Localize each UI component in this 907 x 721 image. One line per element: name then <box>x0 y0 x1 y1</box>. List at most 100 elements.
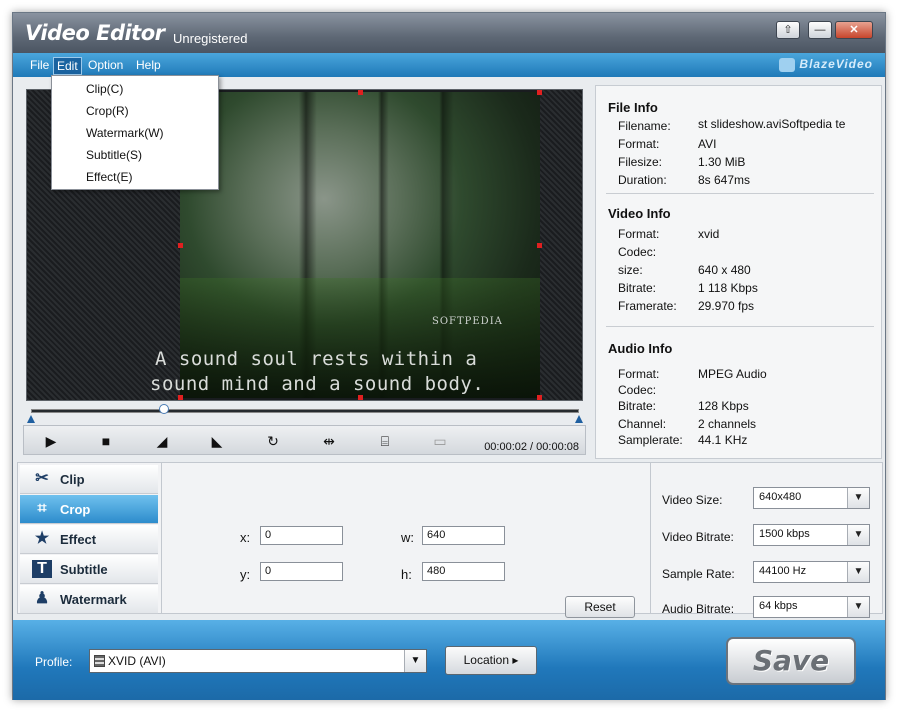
mark-in-button[interactable]: ◢ <box>151 431 173 451</box>
save-button[interactable]: Save <box>726 637 856 685</box>
timeline-thumb[interactable] <box>159 404 169 414</box>
chevron-down-icon: ▼ <box>847 562 869 582</box>
video-bitrate-label: Video Bitrate: <box>662 530 734 544</box>
info-label: Format: <box>618 137 660 151</box>
close-button[interactable]: ✕ <box>835 21 873 39</box>
info-label: Format: <box>618 367 660 381</box>
stop-button[interactable]: ■ <box>95 431 117 451</box>
info-value: 1.30 MiB <box>698 155 746 169</box>
chevron-down-icon: ▼ <box>847 488 869 508</box>
crop-w-label: w: <box>401 530 414 545</box>
edit-menu-subtitle[interactable]: Subtitle(S) <box>86 148 142 162</box>
person-icon: ♟ <box>34 590 50 607</box>
flip-button[interactable]: ⇹ <box>318 431 340 451</box>
sample-rate-select[interactable]: 44100 Hz ▼ <box>753 561 870 583</box>
audio-bitrate-select[interactable]: 64 kbps ▼ <box>753 596 870 618</box>
crop-x-label: x: <box>240 530 251 545</box>
video-size-select[interactable]: 640x480 ▼ <box>753 487 870 509</box>
crop-w-input[interactable]: 640 <box>422 526 505 545</box>
tab-watermark[interactable]: ♟ Watermark <box>20 585 158 614</box>
brand-logo: BlazeVideo <box>779 57 873 72</box>
chevron-down-icon: ▼ <box>404 650 426 672</box>
info-label: size: <box>618 263 643 277</box>
info-label: Bitrate: <box>618 399 657 413</box>
star-icon: ★ <box>34 530 50 547</box>
profile-label: Profile: <box>35 655 73 669</box>
tab-subtitle[interactable]: T Subtitle <box>20 555 158 584</box>
reset-button[interactable]: Reset <box>565 596 635 618</box>
registration-status: Unregistered <box>173 31 248 46</box>
mark-out-button[interactable]: ◣ <box>206 431 228 451</box>
info-label: Samplerate: <box>618 433 683 447</box>
output-bar: Profile: XVID (AVI) ▼ Location ▸ Save <box>13 620 885 700</box>
menu-bar: File Edit Option Help BlazeVideo <box>13 53 885 77</box>
menu-edit[interactable]: Edit <box>53 57 82 75</box>
tab-crop[interactable]: ⌗ Crop <box>20 495 158 524</box>
info-label: Bitrate: <box>618 281 657 295</box>
timeline-slider[interactable] <box>31 409 579 413</box>
preview-right-margin <box>540 90 582 400</box>
info-label: Duration: <box>618 173 667 187</box>
menu-option[interactable]: Option <box>85 57 126 73</box>
tab-effect[interactable]: ★ Effect <box>20 525 158 554</box>
snapshot-button[interactable]: ⌸ <box>374 431 396 451</box>
info-label: Codec: <box>618 383 657 397</box>
info-divider <box>606 326 874 327</box>
crop-handle-bottom-left[interactable] <box>178 395 183 400</box>
crop-handle-top[interactable] <box>358 90 363 95</box>
info-label: Format: <box>618 227 660 241</box>
tab-clip[interactable]: ✂ Clip <box>20 465 158 494</box>
crop-x-input[interactable]: 0 <box>260 526 343 545</box>
video-size-label: Video Size: <box>662 493 723 507</box>
info-value: 44.1 KHz <box>698 433 748 447</box>
crop-y-input[interactable]: 0 <box>260 562 343 581</box>
location-button[interactable]: Location ▸ <box>445 646 537 675</box>
fullscreen-button[interactable]: ▭ <box>429 431 451 451</box>
chevron-down-icon: ▼ <box>847 525 869 545</box>
info-divider <box>606 193 874 194</box>
edit-menu-watermark[interactable]: Watermark(W) <box>86 126 164 140</box>
info-value: AVI <box>698 137 717 151</box>
sample-rate-label: Sample Rate: <box>662 567 735 581</box>
settings-divider <box>650 463 651 613</box>
info-label: Channel: <box>618 417 667 431</box>
mark-out-indicator <box>575 415 583 423</box>
crop-icon: ⌗ <box>37 500 47 517</box>
playback-controls: ▶ ■ ◢ ◣ ↻ ⇹ ⌸ ▭ 00:00:02 / 00:00:08 <box>23 425 586 455</box>
menu-file[interactable]: File <box>27 57 52 73</box>
blazevideo-logo-icon <box>779 57 796 72</box>
file-info-heading: File Info <box>608 100 658 115</box>
video-bitrate-select[interactable]: 1500 kbps ▼ <box>753 524 870 546</box>
rotate-button[interactable]: ↻ <box>262 431 284 451</box>
edit-menu-clip[interactable]: Clip(C) <box>86 82 123 96</box>
profile-select[interactable]: XVID (AVI) ▼ <box>89 649 427 673</box>
restore-button[interactable]: ⇧ <box>776 21 800 39</box>
play-button[interactable]: ▶ <box>40 431 62 451</box>
tab-label: Watermark <box>60 592 127 607</box>
title-bar: Video Editor Unregistered ⇧ — ✕ <box>13 13 885 53</box>
film-icon <box>94 655 105 667</box>
edit-tools-panel: ✂ Clip ⌗ Crop ★ Effect T Subtitle ♟ Wate… <box>17 462 883 618</box>
subtitle-line-1: A sound soul rests within a <box>155 348 478 370</box>
crop-handle-bottom[interactable] <box>358 395 363 400</box>
edit-menu-crop[interactable]: Crop(R) <box>86 104 129 118</box>
edit-menu-effect[interactable]: Effect(E) <box>86 170 132 184</box>
crop-h-input[interactable]: 480 <box>422 562 505 581</box>
info-value: MPEG Audio <box>698 367 767 381</box>
crop-h-label: h: <box>401 567 412 582</box>
info-label: Codec: <box>618 245 657 259</box>
crop-handle-left[interactable] <box>178 243 183 248</box>
tab-label: Effect <box>60 532 97 547</box>
crop-handle-right[interactable] <box>537 243 542 248</box>
playback-time: 00:00:02 / 00:00:08 <box>484 441 579 453</box>
mark-in-indicator <box>27 415 35 423</box>
tab-label: Crop <box>60 502 91 517</box>
crop-y-label: y: <box>240 567 251 582</box>
minimize-button[interactable]: — <box>808 21 832 39</box>
menu-help[interactable]: Help <box>133 57 164 73</box>
crop-handle-bottom-right[interactable] <box>537 395 542 400</box>
crop-handle-top-right[interactable] <box>537 90 542 95</box>
tab-divider <box>161 463 162 613</box>
audio-bitrate-label: Audio Bitrate: <box>662 602 735 616</box>
app-title: Video Editor <box>25 21 165 45</box>
